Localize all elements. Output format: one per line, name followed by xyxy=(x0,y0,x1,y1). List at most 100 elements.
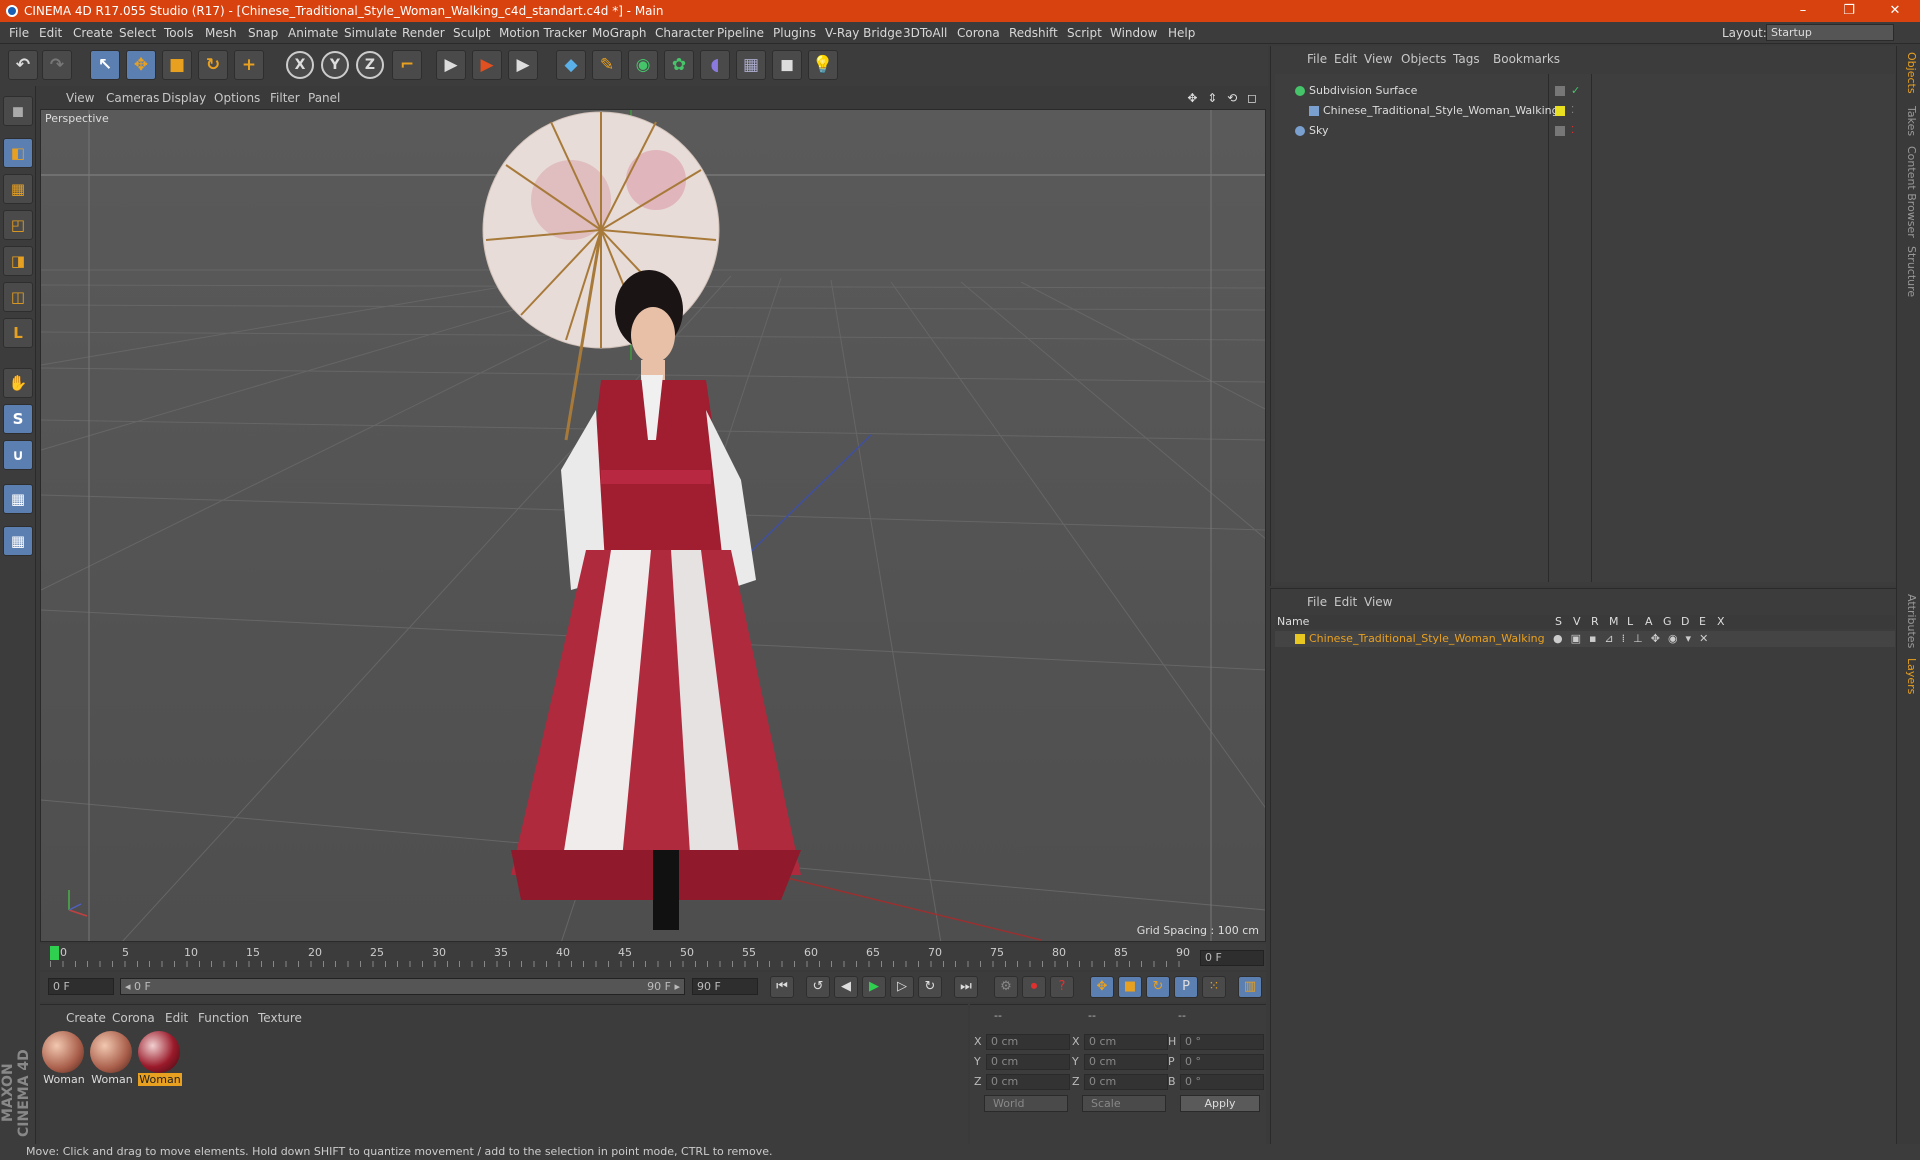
tab-layers[interactable]: Layers xyxy=(1900,658,1918,694)
tab-structure[interactable]: Structure xyxy=(1900,246,1918,297)
layers-menu-file[interactable]: File xyxy=(1307,595,1327,609)
z-axis-lock-button[interactable]: Z xyxy=(356,51,384,79)
maximize-button[interactable]: ❐ xyxy=(1826,0,1872,22)
material-menu-function[interactable]: Function xyxy=(198,1011,249,1025)
cube-object-button[interactable]: ◆ xyxy=(556,50,586,80)
scale-mode-select[interactable]: Scale xyxy=(1082,1095,1166,1112)
next-frame-button[interactable]: ▷ xyxy=(890,976,914,998)
menu-motion-tracker[interactable]: Motion Tracker xyxy=(499,26,587,40)
objects-menu-view[interactable]: View xyxy=(1364,52,1392,66)
rotate-tool-button[interactable]: ↻ xyxy=(198,50,228,80)
pen-spline-button[interactable]: ✎ xyxy=(592,50,622,80)
menu-corona[interactable]: Corona xyxy=(957,26,1000,40)
perspective-viewport[interactable]: Perspective Grid Spacing : 100 cm xyxy=(40,109,1266,942)
size-z-field[interactable]: 0 cm xyxy=(1084,1074,1168,1090)
floor-button[interactable]: ▦ xyxy=(736,50,766,80)
menu-character[interactable]: Character xyxy=(655,26,714,40)
layer-header-m[interactable]: M xyxy=(1609,615,1619,628)
menu-3dtoall[interactable]: 3DToAll xyxy=(903,26,947,40)
tab-objects[interactable]: Objects xyxy=(1900,52,1918,94)
menu-tools[interactable]: Tools xyxy=(164,26,194,40)
material-swatch[interactable]: Woman xyxy=(42,1031,86,1089)
playhead-marker[interactable] xyxy=(50,946,59,960)
timeline-ruler[interactable]: 0 5 10 15 20 25 30 35 40 45 50 55 60 65 … xyxy=(40,944,1266,970)
enabled-check-icon[interactable]: ✓ xyxy=(1571,85,1581,96)
viewport-menu-panel[interactable]: Panel xyxy=(308,91,340,105)
go-to-end-button[interactable]: ⏭ xyxy=(954,976,978,998)
menu-create[interactable]: Create xyxy=(73,26,113,40)
autokey-button[interactable]: ? xyxy=(1050,976,1074,998)
layer-flag-icons[interactable]: ●▣▪⊿⁞⊥✥◉▾✕ xyxy=(1553,632,1716,645)
objects-menu-tags[interactable]: Tags xyxy=(1453,52,1480,66)
size-y-field[interactable]: 0 cm xyxy=(1084,1054,1168,1070)
record-button[interactable]: ⏺ xyxy=(1022,976,1046,998)
render-settings-button[interactable]: ▶ xyxy=(508,50,538,80)
axis-mode-button[interactable]: ✋ xyxy=(3,368,33,398)
menu-redshift[interactable]: Redshift xyxy=(1009,26,1058,40)
layers-menu-view[interactable]: View xyxy=(1364,595,1392,609)
menu-sculpt[interactable]: Sculpt xyxy=(453,26,490,40)
rotation-p-field[interactable]: 0 ° xyxy=(1180,1054,1264,1070)
texture-mode-button[interactable]: ▦ xyxy=(3,174,33,204)
render-picture-viewer-button[interactable]: ▶ xyxy=(472,50,502,80)
viewport-menu-display[interactable]: Display xyxy=(162,91,206,105)
material-menu-texture[interactable]: Texture xyxy=(258,1011,302,1025)
layer-color-swatch[interactable] xyxy=(1295,634,1305,644)
viewport-menu-cameras[interactable]: Cameras xyxy=(106,91,159,105)
layer-color-icon[interactable] xyxy=(1555,106,1565,116)
make-editable-button[interactable]: ◼ xyxy=(3,96,33,126)
subdivision-surface-button[interactable]: ◉ xyxy=(628,50,658,80)
timeline-ticks[interactable]: 0 5 10 15 20 25 30 35 40 45 50 55 60 65 … xyxy=(50,944,1190,968)
object-row[interactable]: Sky ⁚ xyxy=(1275,122,1895,140)
keyframe-settings-button[interactable]: ⚙ xyxy=(994,976,1018,998)
menu-pipeline[interactable]: Pipeline xyxy=(717,26,764,40)
material-swatch-selected[interactable]: Woman xyxy=(138,1031,182,1089)
x-axis-lock-button[interactable]: X xyxy=(286,51,314,79)
position-x-field[interactable]: 0 cm xyxy=(986,1034,1070,1050)
key-scale-button[interactable]: ■ xyxy=(1118,976,1142,998)
menu-plugins[interactable]: Plugins xyxy=(773,26,816,40)
points-mode-button[interactable]: ◨ xyxy=(3,246,33,276)
viewport-menu-view[interactable]: View xyxy=(66,91,94,105)
visibility-toggle-icon[interactable] xyxy=(1555,86,1565,96)
layer-header-x[interactable]: X xyxy=(1717,615,1725,628)
menu-render[interactable]: Render xyxy=(402,26,445,40)
magnet-button[interactable]: ▦ xyxy=(3,484,33,514)
menu-script[interactable]: Script xyxy=(1067,26,1102,40)
viewport-navigation-icons[interactable]: ✥ ⇕ ⟲ ◻ xyxy=(1187,91,1260,105)
apply-button[interactable]: Apply xyxy=(1180,1095,1260,1112)
key-rotation-button[interactable]: ↻ xyxy=(1146,976,1170,998)
objects-menu-file[interactable]: File xyxy=(1307,52,1327,66)
layer-header-g[interactable]: G xyxy=(1663,615,1672,628)
menu-simulate[interactable]: Simulate xyxy=(344,26,397,40)
layer-header-s[interactable]: S xyxy=(1555,615,1562,628)
layer-header-a[interactable]: A xyxy=(1645,615,1653,628)
coordinate-space-select[interactable]: World xyxy=(984,1095,1068,1112)
redo-button[interactable]: ↷ xyxy=(42,50,72,80)
minimize-button[interactable]: – xyxy=(1780,0,1826,22)
workplane-mode-button[interactable]: ◰ xyxy=(3,210,33,240)
visibility-dots-icon[interactable]: ⁚ xyxy=(1571,106,1581,116)
visibility-dots-icon[interactable]: ⁚ xyxy=(1571,126,1581,136)
current-frame-field[interactable]: 0 F xyxy=(1200,950,1264,966)
material-swatch[interactable]: Woman xyxy=(90,1031,134,1089)
timeline-window-button[interactable]: ▥ xyxy=(1238,976,1262,998)
coordinate-system-button[interactable]: ⌐ xyxy=(392,50,422,80)
menu-vray-bridge[interactable]: V-Ray Bridge xyxy=(825,26,902,40)
scale-tool-button[interactable]: ■ xyxy=(162,50,192,80)
tweak-mode-button[interactable]: S xyxy=(3,404,33,434)
visibility-toggle-icon[interactable] xyxy=(1555,126,1565,136)
tab-attributes[interactable]: Attributes xyxy=(1900,594,1918,648)
menu-animate[interactable]: Animate xyxy=(288,26,338,40)
layer-header-l[interactable]: L xyxy=(1627,615,1633,628)
size-x-field[interactable]: 0 cm xyxy=(1084,1034,1168,1050)
layer-header-v[interactable]: V xyxy=(1573,615,1581,628)
next-key-button[interactable]: ↻ xyxy=(918,976,942,998)
object-list[interactable]: Subdivision Surface ✓ Chinese_Traditiona… xyxy=(1275,74,1895,582)
deformer-button[interactable]: ◖ xyxy=(700,50,730,80)
previous-key-button[interactable]: ↺ xyxy=(806,976,830,998)
end-frame-field[interactable]: 90 F xyxy=(692,978,758,995)
edges-mode-button[interactable]: ◫ xyxy=(3,282,33,312)
key-pla-button[interactable]: ⁙ xyxy=(1202,976,1226,998)
workplane-lock-button[interactable]: ▦ xyxy=(3,526,33,556)
